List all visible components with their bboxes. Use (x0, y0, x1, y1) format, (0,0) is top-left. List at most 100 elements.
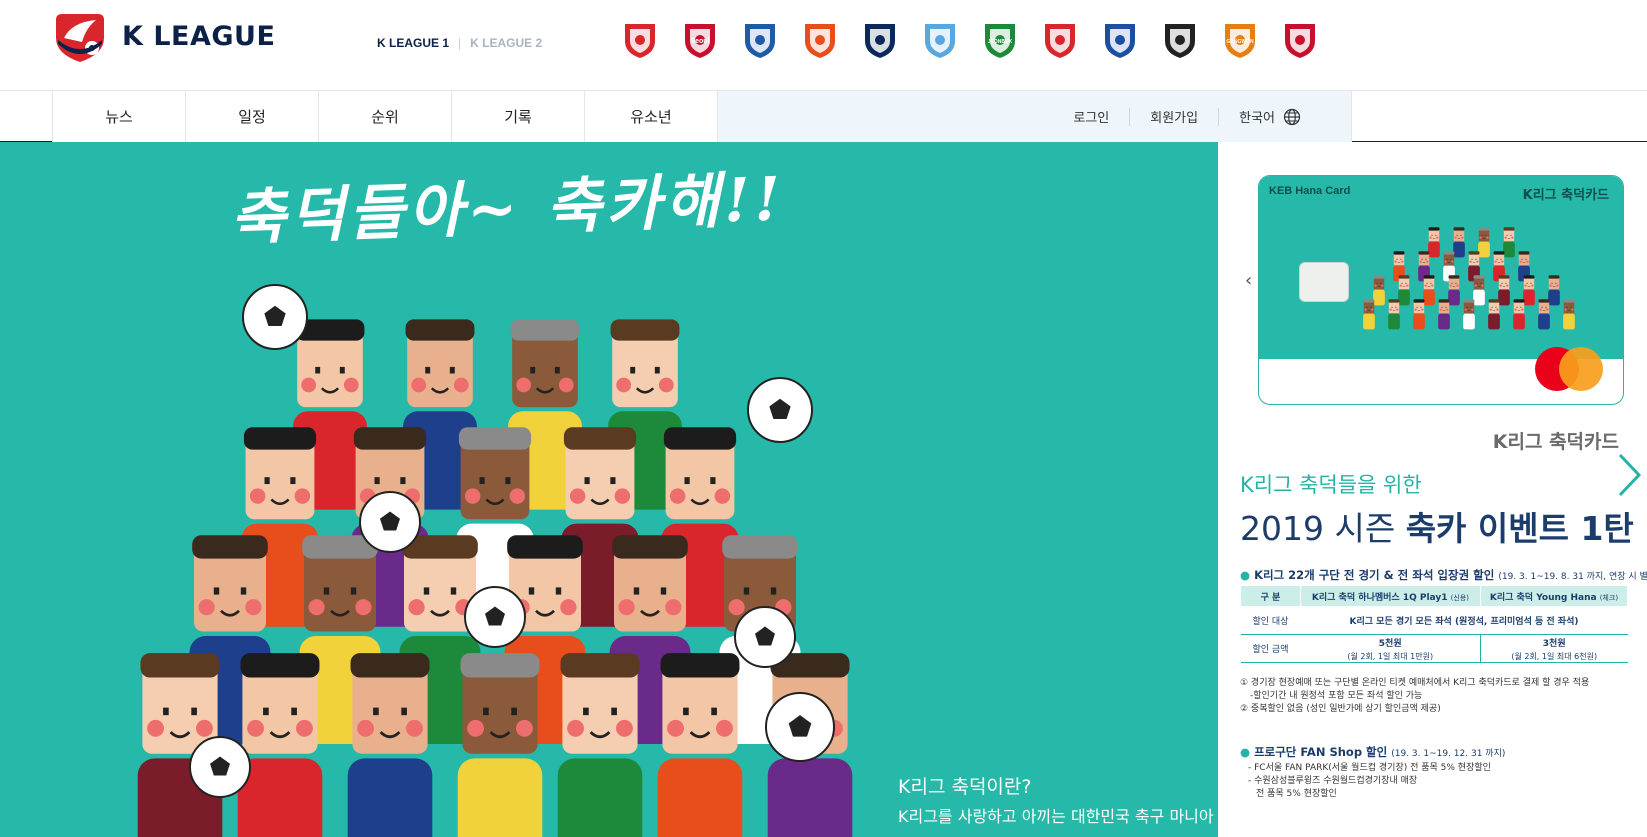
k-league-2-link[interactable]: K LEAGUE 2 (470, 36, 542, 50)
league-divider: | (458, 36, 462, 50)
table-header-text: K리그 축덕 하나멤버스 1Q Play1 (1311, 592, 1448, 603)
signup-link[interactable]: 회원가입 (1130, 107, 1218, 126)
fan-figure (457, 653, 543, 837)
language-label: 한국어 (1239, 111, 1275, 126)
event-title-bold: 축카 이벤트 1탄 (1405, 509, 1634, 548)
card-fan-figure (1548, 275, 1560, 306)
club-daegu-link[interactable] (918, 18, 962, 62)
club-crest-icon (1165, 24, 1195, 58)
table-header-tag: (체크) (1599, 593, 1619, 602)
hero-banner[interactable]: 축덕들아~ 축카해!! K리그 축덕이란? K리그를 사랑하고 아끼는 대한민국… (0, 142, 1218, 837)
table-cell: 5천원 (월 2회, 1일 최대 1만원) (1300, 634, 1481, 663)
main-nav: 뉴스 일정 순위 기록 유소년 로그인 회원가입 한국어 (0, 90, 1647, 142)
club-crest-icon (1105, 24, 1135, 58)
language-selector[interactable]: 한국어 (1219, 107, 1321, 126)
club-crest-icon: GANGWON (1225, 24, 1255, 58)
soccer-ball-icon (189, 736, 251, 798)
fan-figure (557, 653, 643, 837)
soccer-ball-icon (765, 692, 835, 762)
soccer-ball-icon (242, 284, 308, 350)
club-crest-icon: JEONBUK (985, 24, 1015, 58)
club-suwon-link[interactable] (1098, 18, 1142, 62)
soccer-ball-icon (747, 377, 813, 443)
club-gangwon-link[interactable]: GANGWON (1218, 18, 1262, 62)
event-subtitle: K리그 축덕들을 위한 (1240, 473, 1422, 497)
table-header: 구 분 (1240, 585, 1301, 607)
card-fan-figure (1488, 299, 1500, 330)
club-jeju-link[interactable] (618, 18, 662, 62)
price-value: 3천원 (1542, 638, 1566, 649)
card-fan-figure (1503, 227, 1515, 258)
globe-icon (1283, 108, 1301, 125)
card-fan-figure (1538, 299, 1550, 330)
club-crest-icon (865, 24, 895, 58)
utility-menu: 로그인 회원가입 한국어 (717, 91, 1352, 142)
chevron-right-icon[interactable] (1617, 452, 1643, 498)
club-crest-text: Seoul (690, 38, 709, 45)
k-league-logo[interactable]: K LEAGUE (52, 8, 275, 64)
card-fan-figure (1448, 275, 1460, 306)
section2-note: (19. 3. 1~19. 12. 31 까지) (1391, 749, 1506, 759)
section1-heading: ● K리그 22개 구단 전 경기 & 전 좌석 입장권 할인 (19. 3. … (1240, 567, 1647, 583)
bullet-icon: ● (1240, 568, 1251, 582)
section2-heading: ● 프로구단 FAN Shop 할인 (19. 3. 1~19. 12. 31 … (1240, 744, 1505, 760)
note-line: -할인기간 내 원정석 포함 모든 좌석 할인 가능 (1250, 691, 1423, 701)
club-ulsan-link[interactable] (738, 18, 782, 62)
k-league-1-link[interactable]: K LEAGUE 1 (377, 36, 449, 50)
nav-item-standings[interactable]: 순위 (318, 91, 451, 142)
club-sangju-link[interactable] (1278, 18, 1322, 62)
event-title: 2019 시즌 축카 이벤트 1탄 (1240, 502, 1634, 550)
section1-title: K리그 22개 구단 전 경기 & 전 좌석 입장권 할인 (1254, 568, 1495, 582)
card-fan-figure (1463, 299, 1475, 330)
card-fan-figure (1498, 275, 1510, 306)
nav-item-youth[interactable]: 유소년 (584, 91, 717, 142)
mastercard-icon (1535, 347, 1603, 391)
note-line: - 수원삼성블루윙즈 수원월드컵경기장내 매장 (1248, 776, 1418, 786)
card-fan-figure (1453, 227, 1465, 258)
card-fan-figure (1478, 227, 1490, 258)
k-league-emblem-icon (52, 8, 108, 64)
login-link[interactable]: 로그인 (1053, 107, 1129, 126)
nav-item-schedule[interactable]: 일정 (185, 91, 318, 142)
club-crest-text: JEONBUK (988, 39, 1013, 45)
card-fan-figure (1373, 275, 1385, 306)
club-seoul-link[interactable]: Seoul (678, 18, 722, 62)
club-pohang-link[interactable] (1038, 18, 1082, 62)
bullet-icon: ● (1240, 745, 1251, 759)
club-seongnam-link[interactable] (1158, 18, 1202, 62)
note-line: ② 중복할인 없음 (성인 일반가에 상기 할인금액 제공) (1240, 704, 1441, 714)
section1-note: (19. 3. 1~19. 8. 31 까지, 연장 시 별도 공지) (1498, 572, 1647, 582)
site-header: K LEAGUE K LEAGUE 1 | K LEAGUE 2 Seoul JE… (0, 0, 1647, 90)
card-brand: KEB Hana Card (1269, 185, 1351, 197)
table-row: 할인 대상 K리그 모든 경기 모든 좌석 (원정석, 프리미엄석 등 전 좌석… (1240, 606, 1628, 635)
card-fan-figure (1388, 299, 1400, 330)
card-name: K리그 축덕카드 (1522, 188, 1609, 203)
card-fan-figure (1428, 227, 1440, 258)
card-fan-figure (1438, 299, 1450, 330)
table-cell: K리그 모든 경기 모든 좌석 (원정석, 프리미엄석 등 전 좌석) (1300, 606, 1628, 635)
event-panel: KEB Hana Card K리그 축덕카드 K리그 축덕카드 K리그 축덕들을… (1218, 142, 1647, 837)
card-fan-figure (1413, 299, 1425, 330)
discount-table: 구 분 K리그 축덕 하나멤버스 1Q Play1 (신용) K리그 축덕 Yo… (1240, 585, 1629, 663)
card-prev-button[interactable]: ‹ (1245, 270, 1252, 291)
club-jeonbuk-link[interactable]: JEONBUK (978, 18, 1022, 62)
club-gyeongnam-link[interactable] (798, 18, 842, 62)
club-crest-icon (745, 24, 775, 58)
card-fan-figure (1523, 275, 1535, 306)
hana-card-image: KEB Hana Card K리그 축덕카드 (1258, 175, 1624, 405)
nav-item-news[interactable]: 뉴스 (52, 91, 185, 142)
fans-illustration (137, 284, 853, 837)
note-line: - FC서울 FAN PARK(서울 월드컵 경기장) 전 품목 5% 현장할인 (1248, 763, 1491, 773)
card-fan-figure (1513, 299, 1525, 330)
nav-item-records[interactable]: 기록 (451, 91, 584, 142)
fan-figure (657, 653, 743, 837)
fan-figure (237, 653, 323, 837)
hero-caption: K리그 축덕이란? K리그를 사랑하고 아끼는 대한민국 축구 마니아 (898, 772, 1214, 827)
card-fan-figure (1473, 275, 1485, 306)
club-crest-icon (625, 24, 655, 58)
event-title-year: 2019 시즌 (1240, 509, 1406, 548)
logo-text: K LEAGUE (122, 20, 276, 52)
club-crest-text: GANGWON (1226, 39, 1254, 45)
table-row: 구 분 K리그 축덕 하나멤버스 1Q Play1 (신용) K리그 축덕 Yo… (1240, 585, 1629, 607)
club-incheon-link[interactable] (858, 18, 902, 62)
